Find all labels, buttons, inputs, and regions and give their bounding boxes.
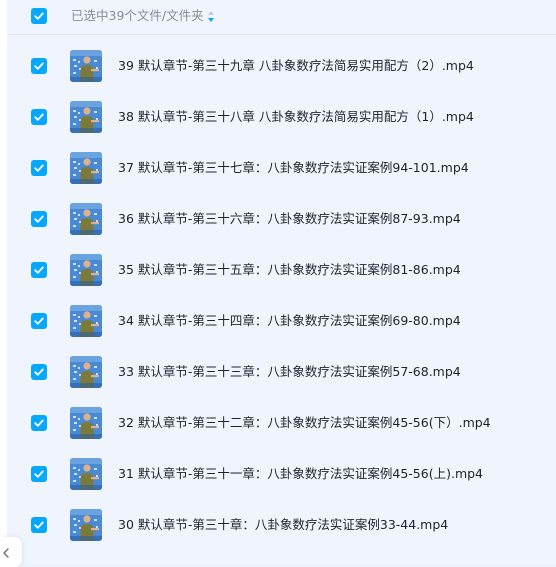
file-checkbox[interactable] [31, 415, 47, 431]
video-thumbnail[interactable] [70, 305, 102, 337]
video-thumbnail[interactable] [70, 152, 102, 184]
file-list-panel: 已选中39个文件/文件夹 39 默认章节-第三十九章 八卦象数疗法简易实用配方（… [7, 0, 556, 564]
checkmark-icon [34, 164, 44, 172]
video-thumbnail[interactable] [70, 407, 102, 439]
checkmark-icon [34, 521, 44, 529]
file-checkbox[interactable] [31, 517, 47, 533]
selection-header: 已选中39个文件/文件夹 [7, 0, 556, 35]
file-checkbox[interactable] [31, 211, 47, 227]
file-row[interactable]: 33 默认章节-第三十三章：八卦象数疗法实证案例57-68.mp4 [7, 347, 556, 398]
file-row[interactable]: 38 默认章节-第三十八章 八卦象数疗法简易实用配方（1）.mp4 [7, 92, 556, 143]
video-thumbnail[interactable] [70, 50, 102, 82]
file-row[interactable]: 31 默认章节-第三十一章：八卦象数疗法实证案例45-56(上).mp4 [7, 449, 556, 500]
checkmark-icon [34, 12, 44, 20]
video-thumbnail[interactable] [70, 458, 102, 490]
file-name[interactable]: 31 默认章节-第三十一章：八卦象数疗法实证案例45-56(上).mp4 [118, 466, 483, 482]
checkmark-icon [34, 113, 44, 121]
video-thumbnail[interactable] [70, 101, 102, 133]
file-row[interactable]: 30 默认章节-第三十章：八卦象数疗法实证案例33-44.mp4 [7, 500, 556, 551]
file-checkbox[interactable] [31, 313, 47, 329]
select-all-checkbox[interactable] [31, 8, 47, 24]
checkmark-icon [34, 215, 44, 223]
file-checkbox[interactable] [31, 58, 47, 74]
file-checkbox[interactable] [31, 160, 47, 176]
video-thumbnail[interactable] [70, 509, 102, 541]
checkmark-icon [34, 62, 44, 70]
checkmark-icon [34, 419, 44, 427]
file-row[interactable]: 39 默认章节-第三十九章 八卦象数疗法简易实用配方（2）.mp4 [7, 41, 556, 92]
file-row[interactable]: 34 默认章节-第三十四章：八卦象数疗法实证案例69-80.mp4 [7, 296, 556, 347]
file-name[interactable]: 34 默认章节-第三十四章：八卦象数疗法实证案例69-80.mp4 [118, 313, 461, 329]
file-name[interactable]: 32 默认章节-第三十二章：八卦象数疗法实证案例45-56(下）.mp4 [118, 415, 491, 431]
file-checkbox[interactable] [31, 364, 47, 380]
file-name[interactable]: 36 默认章节-第三十六章：八卦象数疗法实证案例87-93.mp4 [118, 211, 461, 227]
file-checkbox[interactable] [31, 466, 47, 482]
left-edge [0, 0, 7, 564]
video-thumbnail[interactable] [70, 203, 102, 235]
video-thumbnail[interactable] [70, 254, 102, 286]
checkmark-icon [34, 470, 44, 478]
file-row[interactable]: 37 默认章节-第三十七章：八卦象数疗法实证案例94-101.mp4 [7, 143, 556, 194]
file-name[interactable]: 39 默认章节-第三十九章 八卦象数疗法简易实用配方（2）.mp4 [118, 58, 474, 74]
file-name[interactable]: 30 默认章节-第三十章：八卦象数疗法实证案例33-44.mp4 [118, 517, 448, 533]
checkmark-icon [34, 266, 44, 274]
file-row[interactable]: 35 默认章节-第三十五章：八卦象数疗法实证案例81-86.mp4 [7, 245, 556, 296]
sort-icon[interactable] [207, 10, 215, 23]
file-checkbox[interactable] [31, 109, 47, 125]
file-name[interactable]: 37 默认章节-第三十七章：八卦象数疗法实证案例94-101.mp4 [118, 160, 469, 176]
collapse-tab[interactable] [0, 537, 22, 567]
selection-count-text: 已选中39个文件/文件夹 [71, 8, 204, 23]
checkmark-icon [34, 317, 44, 325]
file-row[interactable]: 36 默认章节-第三十六章：八卦象数疗法实证案例87-93.mp4 [7, 194, 556, 245]
checkmark-icon [34, 368, 44, 376]
chevron-left-icon [3, 548, 9, 558]
file-name[interactable]: 38 默认章节-第三十八章 八卦象数疗法简易实用配方（1）.mp4 [118, 109, 474, 125]
video-thumbnail[interactable] [70, 356, 102, 388]
file-name[interactable]: 35 默认章节-第三十五章：八卦象数疗法实证案例81-86.mp4 [118, 262, 461, 278]
file-name[interactable]: 33 默认章节-第三十三章：八卦象数疗法实证案例57-68.mp4 [118, 364, 461, 380]
file-row[interactable]: 32 默认章节-第三十二章：八卦象数疗法实证案例45-56(下）.mp4 [7, 398, 556, 449]
file-checkbox[interactable] [31, 262, 47, 278]
